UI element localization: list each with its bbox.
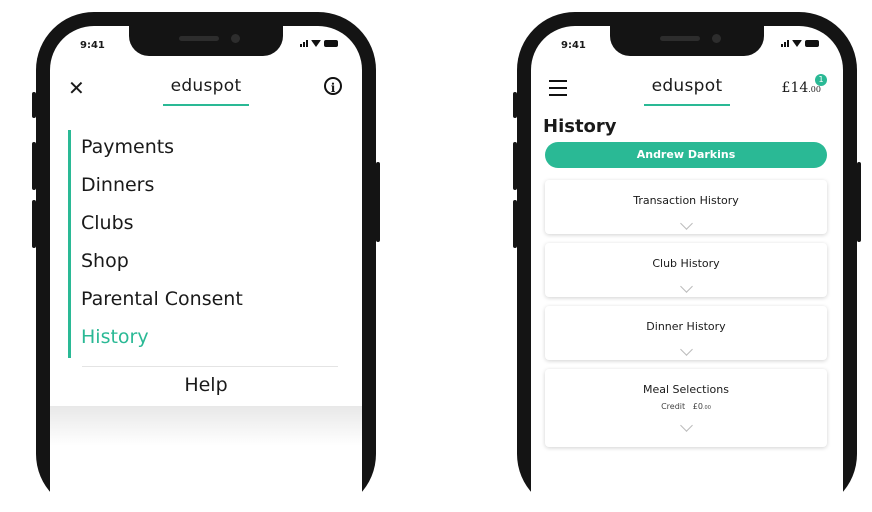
hamburger-menu-icon[interactable] xyxy=(549,80,567,101)
balance-pounds: £14 xyxy=(781,80,809,96)
menu-item-shop[interactable]: Shop xyxy=(81,244,341,282)
logo-underline xyxy=(163,104,249,106)
menu-item-dinners[interactable]: Dinners xyxy=(81,168,341,206)
balance-pence: .00 xyxy=(808,85,821,94)
logo-underline xyxy=(644,104,730,106)
student-selector[interactable]: Andrew Darkins xyxy=(545,142,827,168)
silent-switch xyxy=(513,92,517,118)
club-history-card[interactable]: Club History xyxy=(545,243,827,297)
menu-header: ✕ eduspot i xyxy=(50,68,362,108)
battery-icon xyxy=(324,40,338,47)
menu-item-history[interactable]: History xyxy=(81,320,341,358)
left-screen: 9:41 ✕ eduspot i Payments Dinners Clubs … xyxy=(50,26,362,512)
card-title: Meal Selections xyxy=(643,383,729,396)
card-title: Transaction History xyxy=(633,194,739,207)
help-link[interactable]: Help xyxy=(50,374,362,396)
chevron-down-icon[interactable] xyxy=(679,280,693,293)
power-button xyxy=(376,162,380,242)
wifi-icon xyxy=(792,40,802,47)
close-icon[interactable]: ✕ xyxy=(68,76,85,100)
left-phone: 9:41 ✕ eduspot i Payments Dinners Clubs … xyxy=(32,12,380,512)
meal-credit-value: £0 xyxy=(692,402,703,411)
meal-credit-label: Credit xyxy=(661,402,686,411)
battery-icon xyxy=(805,40,819,47)
eduspot-logo: eduspot xyxy=(170,76,242,96)
chevron-down-icon[interactable] xyxy=(679,343,693,356)
volume-down-button xyxy=(32,200,36,248)
app-header: eduspot £14.00 1 xyxy=(531,68,843,108)
status-time: 9:41 xyxy=(80,40,105,51)
notch xyxy=(129,26,283,56)
signal-icon xyxy=(781,40,789,47)
signal-icon xyxy=(300,40,308,47)
volume-up-button xyxy=(32,142,36,190)
right-phone: 9:41 eduspot £14.00 1 History Andrew Dar… xyxy=(513,12,861,512)
meal-credit-pence: .00 xyxy=(702,405,711,411)
card-title: Dinner History xyxy=(646,320,726,333)
status-icons xyxy=(300,40,338,47)
menu-item-parental-consent[interactable]: Parental Consent xyxy=(81,282,341,320)
nav-menu: Payments Dinners Clubs Shop Parental Con… xyxy=(68,130,341,358)
notch xyxy=(610,26,764,56)
chevron-down-icon[interactable] xyxy=(679,217,693,230)
card-title: Club History xyxy=(652,257,720,270)
chevron-down-icon[interactable] xyxy=(679,419,693,432)
status-time: 9:41 xyxy=(561,40,586,51)
transaction-history-card[interactable]: Transaction History xyxy=(545,180,827,234)
menu-shadow xyxy=(50,406,362,446)
dinner-history-card[interactable]: Dinner History xyxy=(545,306,827,360)
status-icons xyxy=(781,40,819,47)
camera xyxy=(712,34,721,43)
menu-item-payments[interactable]: Payments xyxy=(81,130,341,168)
power-button xyxy=(857,162,861,242)
eduspot-logo: eduspot xyxy=(651,76,723,96)
page-title: History xyxy=(543,116,617,137)
speaker xyxy=(179,36,219,41)
meal-selections-card[interactable]: Meal Selections Credit £0.00 xyxy=(545,369,827,447)
menu-item-clubs[interactable]: Clubs xyxy=(81,206,341,244)
meal-credit: Credit £0.00 xyxy=(545,402,827,411)
camera xyxy=(231,34,240,43)
volume-down-button xyxy=(513,200,517,248)
info-icon[interactable]: i xyxy=(324,77,342,95)
notification-badge: 1 xyxy=(815,74,827,86)
wifi-icon xyxy=(311,40,321,47)
silent-switch xyxy=(32,92,36,118)
volume-up-button xyxy=(513,142,517,190)
speaker xyxy=(660,36,700,41)
right-screen: 9:41 eduspot £14.00 1 History Andrew Dar… xyxy=(531,26,843,512)
menu-divider xyxy=(82,366,338,367)
